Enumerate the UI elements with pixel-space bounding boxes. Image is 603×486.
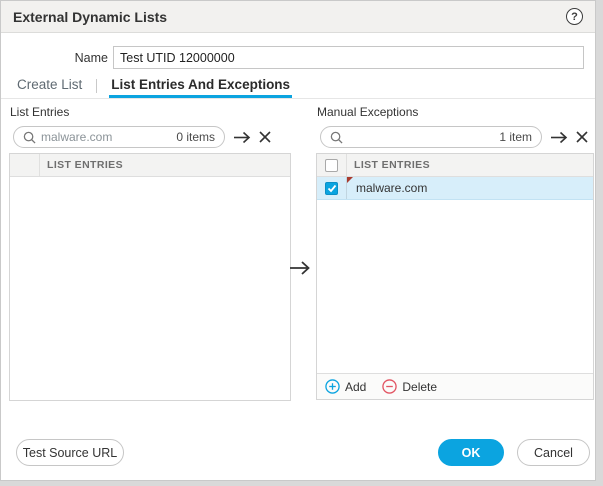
- header-checkbox-cell: [317, 154, 347, 176]
- dialog-title: External Dynamic Lists: [13, 9, 167, 25]
- list-entries-title: List Entries: [10, 105, 69, 119]
- list-entries-table: LIST ENTRIES: [9, 153, 291, 401]
- help-icon[interactable]: ?: [566, 8, 583, 25]
- list-entries-count: 0 items: [176, 130, 215, 144]
- list-entries-search-row: malware.com 0 items: [13, 126, 271, 148]
- ok-button[interactable]: OK: [438, 439, 504, 466]
- manual-exceptions-table-body: malware.com: [317, 177, 593, 373]
- search-icon: [330, 131, 343, 144]
- cancel-button[interactable]: Cancel: [517, 439, 590, 466]
- list-entries-search-value: malware.com: [41, 130, 171, 144]
- tab-bar: Create List List Entries And Exceptions: [1, 73, 595, 99]
- dialog-header: External Dynamic Lists ?: [1, 1, 595, 33]
- delete-circle-minus-icon: [382, 379, 397, 394]
- list-entries-column-header: LIST ENTRIES: [40, 154, 123, 176]
- tab-separator: [96, 79, 97, 93]
- list-entries-table-header: LIST ENTRIES: [10, 154, 290, 177]
- apply-filter-arrow-icon[interactable]: [550, 131, 568, 144]
- row-value-cell: malware.com: [347, 177, 593, 199]
- manual-exceptions-table-header: LIST ENTRIES: [317, 154, 593, 177]
- manual-exceptions-title: Manual Exceptions: [317, 105, 418, 119]
- manual-exceptions-count: 1 item: [499, 130, 532, 144]
- search-icon: [23, 131, 36, 144]
- move-to-exceptions-arrow-icon[interactable]: [289, 260, 311, 281]
- list-entries-search-input[interactable]: malware.com 0 items: [13, 126, 225, 148]
- delete-button[interactable]: Delete: [382, 379, 437, 394]
- row-checkbox[interactable]: [325, 182, 338, 195]
- manual-exceptions-table: LIST ENTRIES malware.com Add: [316, 153, 594, 400]
- modified-marker-icon: [347, 177, 353, 183]
- name-label: Name: [1, 51, 113, 65]
- external-dynamic-lists-dialog: External Dynamic Lists ? Name Create Lis…: [0, 0, 596, 481]
- name-input[interactable]: [113, 46, 584, 69]
- header-checkbox-cell: [10, 154, 40, 176]
- clear-filter-icon[interactable]: [259, 131, 271, 143]
- delete-button-label: Delete: [402, 380, 437, 394]
- list-entries-table-body: [10, 177, 290, 400]
- test-source-url-button[interactable]: Test Source URL: [16, 439, 124, 466]
- apply-filter-arrow-icon[interactable]: [233, 131, 251, 144]
- add-button-label: Add: [345, 380, 366, 394]
- table-row[interactable]: malware.com: [317, 177, 593, 200]
- add-button[interactable]: Add: [325, 379, 366, 394]
- tab-create-list[interactable]: Create List: [15, 73, 84, 98]
- manual-exceptions-search-row: 1 item: [320, 126, 588, 148]
- tab-list-entries-and-exceptions[interactable]: List Entries And Exceptions: [109, 73, 292, 98]
- row-checkbox-cell: [317, 177, 347, 199]
- select-all-checkbox[interactable]: [325, 159, 338, 172]
- exception-entry-text: malware.com: [356, 181, 427, 195]
- manual-exceptions-column-header: LIST ENTRIES: [347, 154, 430, 176]
- manual-exceptions-search-input[interactable]: 1 item: [320, 126, 542, 148]
- clear-filter-icon[interactable]: [576, 131, 588, 143]
- manual-exceptions-footer: Add Delete: [317, 373, 593, 399]
- name-row: Name: [1, 46, 595, 69]
- add-circle-plus-icon: [325, 379, 340, 394]
